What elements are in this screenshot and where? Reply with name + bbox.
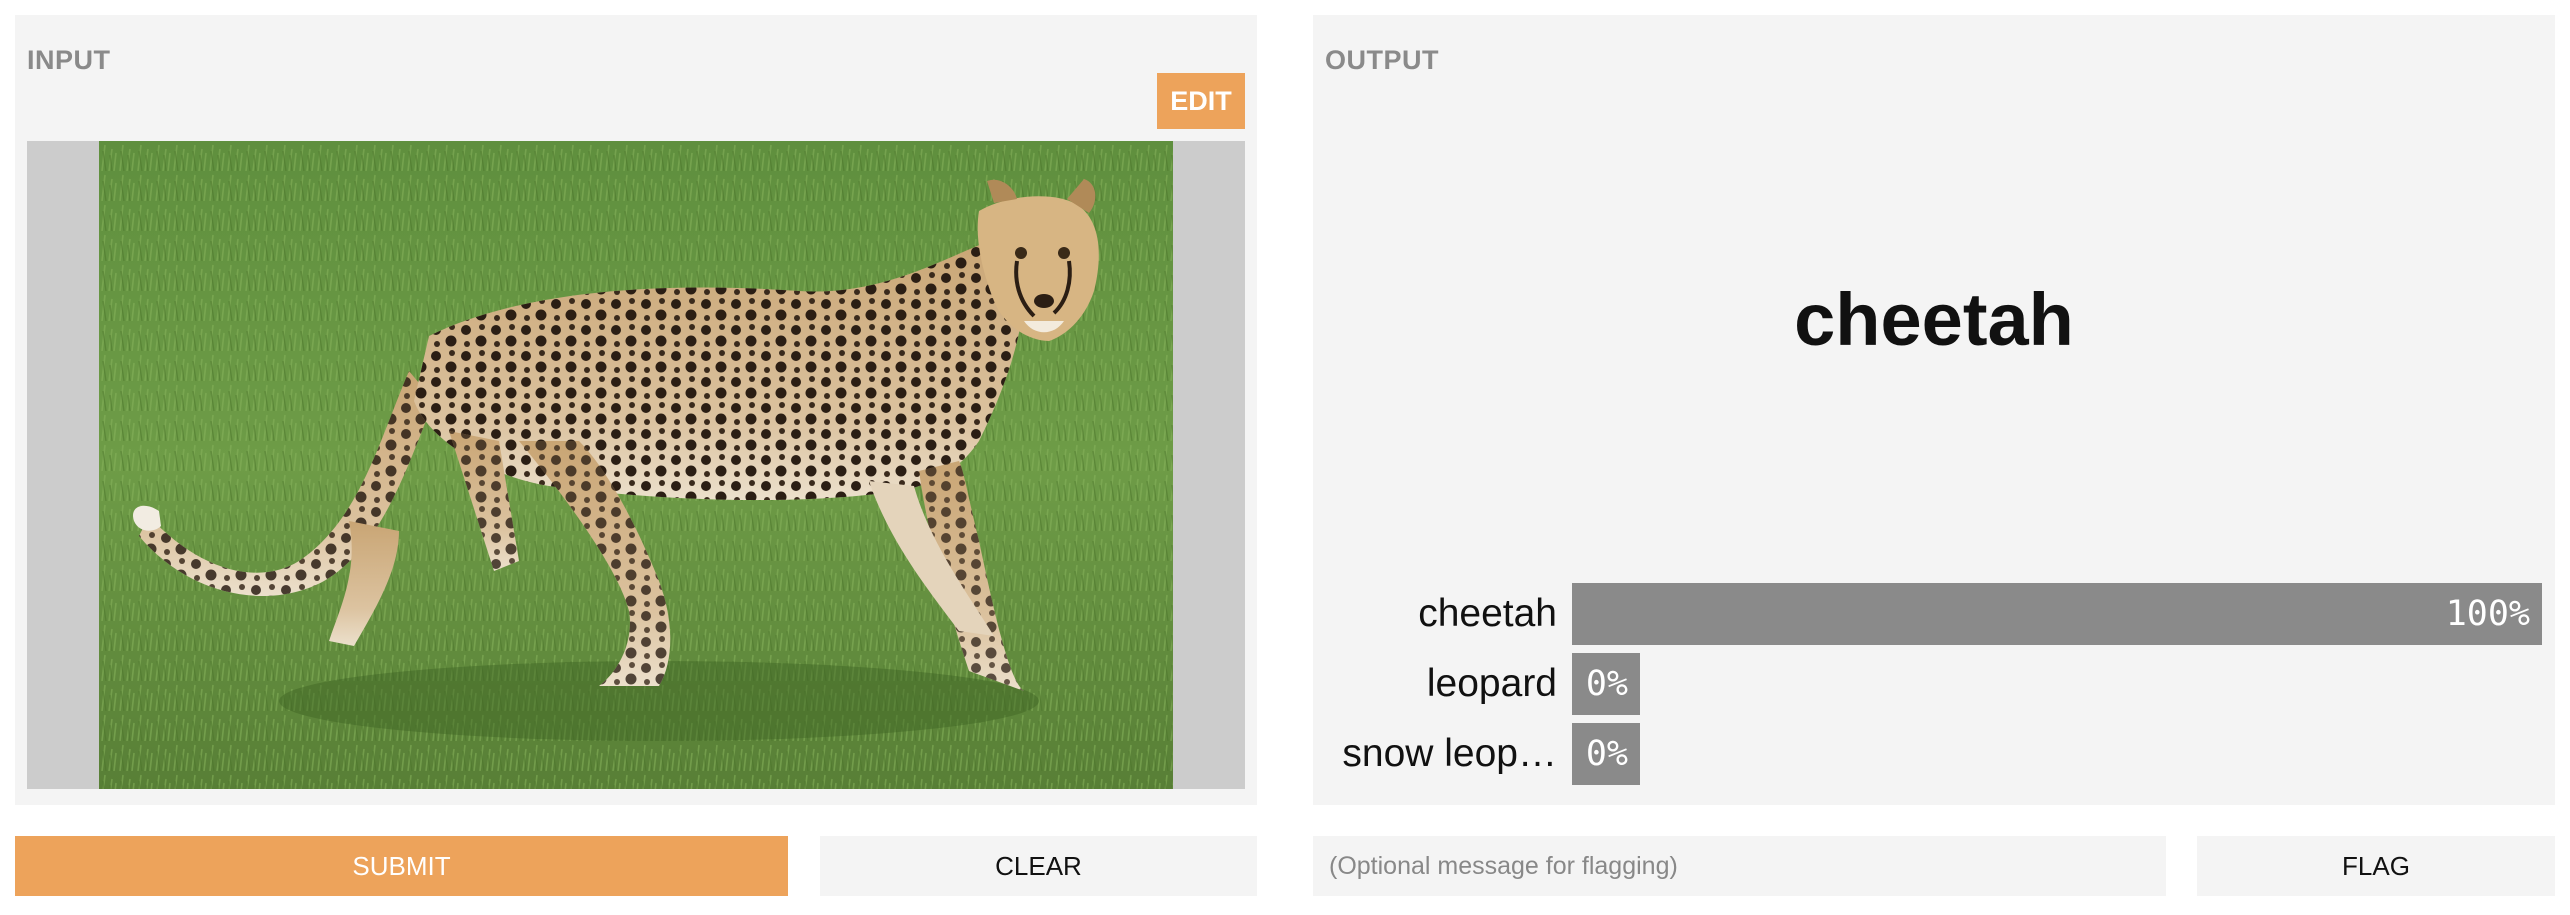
edit-button[interactable]: EDIT	[1157, 73, 1245, 129]
flag-button[interactable]: FLAG	[2197, 836, 2555, 896]
clear-button[interactable]: CLEAR	[820, 836, 1257, 896]
input-image	[99, 141, 1173, 789]
confidence-value: 100%	[2445, 594, 2530, 634]
confidence-row: snow leop… 0%	[1313, 723, 2555, 785]
confidence-bar: 100%	[1572, 583, 2542, 645]
output-panel-title: OUTPUT	[1325, 45, 1439, 75]
image-frame[interactable]	[27, 141, 1245, 789]
input-panel-title: INPUT	[27, 45, 111, 75]
predicted-label: cheetah	[1794, 278, 2074, 361]
confidence-bar: 0%	[1572, 723, 1640, 785]
confidence-value: 0%	[1585, 664, 1628, 704]
confidence-track: 100%	[1572, 583, 2542, 645]
submit-button[interactable]: SUBMIT	[15, 836, 788, 896]
output-panel: OUTPUT cheetah cheetah 100% leopard 0% s…	[1313, 15, 2555, 805]
input-panel: INPUT EDIT	[15, 15, 1257, 805]
confidence-track: 0%	[1572, 723, 2542, 785]
confidence-row: cheetah 100%	[1313, 583, 2555, 645]
confidence-bar: 0%	[1572, 653, 1640, 715]
cheetah-image	[99, 141, 1173, 789]
confidence-label: cheetah	[1418, 592, 1557, 635]
confidence-row: leopard 0%	[1313, 653, 2555, 715]
flag-message-input[interactable]	[1313, 836, 2166, 896]
confidence-label: leopard	[1426, 662, 1557, 705]
confidence-label: snow leop…	[1342, 732, 1557, 775]
confidence-track: 0%	[1572, 653, 2542, 715]
confidence-value: 0%	[1585, 734, 1628, 774]
